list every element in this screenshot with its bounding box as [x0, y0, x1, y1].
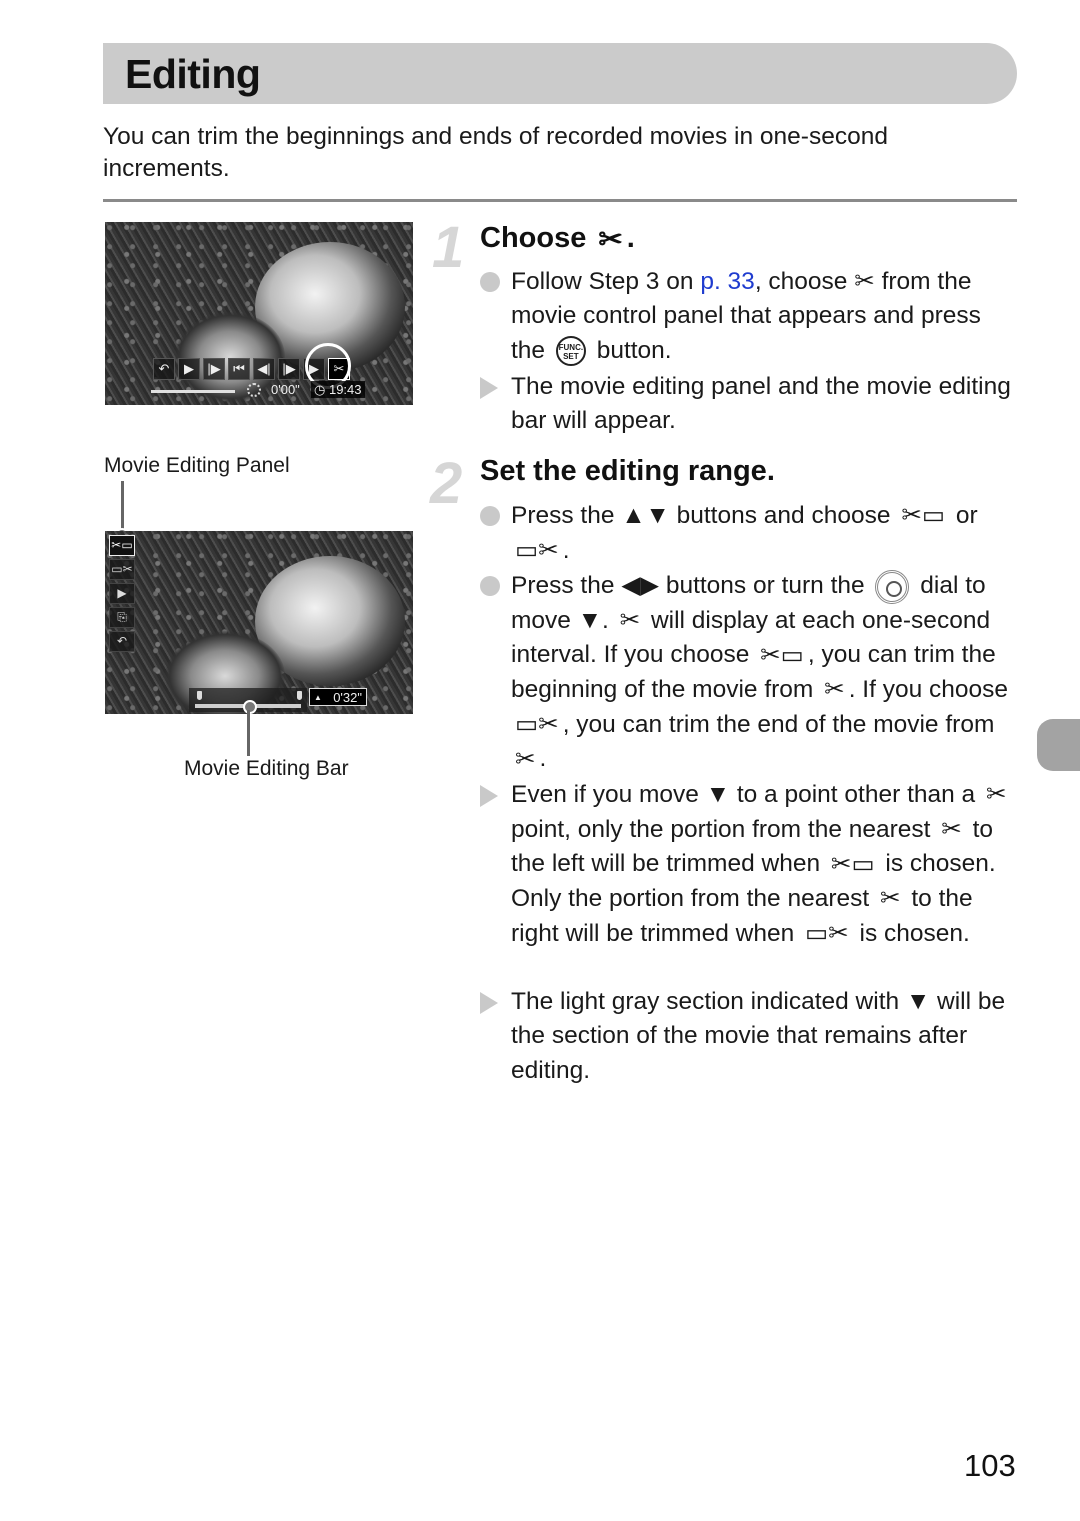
- page-number: 103: [964, 1448, 1016, 1483]
- frame-back-icon[interactable]: ◀|: [253, 358, 275, 380]
- step-1-heading: Choose ✂.: [480, 222, 635, 257]
- text: .: [562, 536, 570, 564]
- bullet-circle-icon: [480, 576, 500, 596]
- bullet-circle-icon: [480, 272, 500, 292]
- trim-start-icon: ✂▭: [760, 641, 804, 669]
- movie-control-screenshot: ↶ ▶ |▶ ⏮ ◀| |▶ ▶ ✂ 0'00" ◷ 19:43: [105, 222, 413, 405]
- scissors-icon: ✂: [941, 816, 962, 844]
- trim-start-icon: ✂▭: [830, 850, 875, 878]
- text: button.: [596, 336, 672, 364]
- intro-text: You can trim the beginnings and ends of …: [103, 123, 888, 182]
- scissors-icon: ✂: [879, 885, 901, 913]
- text: Follow Step 3 on: [511, 268, 701, 295]
- scissors-icon: ✂: [598, 224, 623, 256]
- edit-time: 0'32": [333, 690, 362, 705]
- save-icon[interactable]: ⎘: [109, 607, 135, 628]
- page-title: Editing: [125, 51, 261, 97]
- step-2-heading: Set the editing range.: [480, 455, 775, 487]
- result-arrow-icon: [480, 377, 498, 399]
- result-arrow-icon: [480, 785, 498, 807]
- text: or: [955, 502, 978, 529]
- elapsed-time: 0'00": [271, 382, 300, 397]
- chapter-tab: [1037, 719, 1080, 771]
- text: , you can trim the end of the movie from: [562, 710, 995, 738]
- divider: [103, 199, 1017, 202]
- text: .: [601, 606, 609, 634]
- slow-play-icon[interactable]: |▶: [203, 358, 225, 380]
- progress-bar: [151, 390, 235, 393]
- set-label: SET: [563, 352, 579, 362]
- play-icon[interactable]: ▶: [178, 358, 200, 380]
- scissors-icon: ✂: [986, 781, 1007, 809]
- clock-display: ◷ 19:43: [311, 381, 365, 398]
- marker-icon: ▼: [705, 781, 730, 808]
- text: The light gray section indicated with: [511, 988, 900, 1015]
- heading-period: .: [626, 222, 635, 255]
- step-2-instruction-2: Press the ◀▶ buttons or turn the dial to…: [511, 569, 1016, 777]
- scissors-icon: ✂: [515, 745, 536, 773]
- text: Press the: [511, 572, 615, 599]
- page-link[interactable]: p. 33: [700, 268, 755, 295]
- func-set-button-icon: FUNC. SET: [555, 336, 586, 367]
- undo-icon[interactable]: ↶: [109, 631, 135, 652]
- panel-leader-line: [121, 481, 124, 533]
- scissors-icon: ✂: [824, 676, 845, 704]
- busy-icon: [247, 383, 261, 397]
- text: , choose: [754, 268, 848, 295]
- step-1-heading-text: Choose: [480, 222, 587, 255]
- text: .: [539, 745, 547, 773]
- text: point, only the portion from the nearest: [511, 815, 931, 843]
- trim-end-icon: ▭✂: [805, 920, 849, 948]
- step-1-instruction: Follow Step 3 on p. 33, choose ✂ from th…: [511, 265, 1016, 368]
- start-marker-icon[interactable]: [197, 691, 202, 700]
- marker-icon: ▼: [905, 988, 931, 1015]
- trim-end-icon[interactable]: ▭✂: [109, 559, 135, 580]
- trim-start-icon[interactable]: ✂▭: [109, 535, 135, 556]
- dog-head: [175, 312, 285, 402]
- skip-start-icon[interactable]: ⏮: [228, 358, 250, 380]
- text: buttons and choose: [676, 502, 891, 529]
- trim-end-icon: ▭✂: [515, 710, 559, 738]
- text: . If you choose: [848, 675, 1009, 703]
- text: Press the: [511, 502, 615, 529]
- trim-end-icon: ▭✂: [515, 537, 559, 565]
- left-right-buttons-icon: ◀▶: [621, 572, 659, 599]
- trim-start-icon: ✂▭: [901, 502, 945, 530]
- play-icon[interactable]: ▶: [109, 583, 135, 604]
- up-down-buttons-icon: ▲▼: [621, 502, 670, 529]
- text: to a point other than a: [736, 781, 976, 808]
- func-label: FUNC.: [558, 343, 584, 353]
- section-title-bar: Editing: [103, 43, 1017, 104]
- clock-icon: ◷: [314, 382, 329, 397]
- end-marker-icon[interactable]: [297, 691, 302, 700]
- scissors-icon: ✂: [619, 606, 641, 634]
- movie-editing-screenshot: ✂▭ ▭✂ ▶ ⎘ ↶ ▲ 0'32": [105, 531, 413, 714]
- text: is chosen.: [859, 919, 970, 947]
- undo-icon[interactable]: ↶: [153, 358, 175, 380]
- text: Even if you move: [511, 781, 699, 808]
- edit-time-display: ▲ 0'32": [309, 688, 367, 706]
- movie-editing-bar-label: Movie Editing Bar: [184, 757, 349, 780]
- result-arrow-icon: [480, 992, 498, 1014]
- step-2-result-1: Even if you move ▼ to a point other than…: [511, 778, 1016, 951]
- up-arrow-icon: ▲: [314, 693, 322, 702]
- bullet-circle-icon: [480, 506, 500, 526]
- bar-leader-dot: [243, 700, 257, 714]
- marker-icon: ▼: [577, 606, 602, 634]
- clock-time: 19:43: [328, 382, 362, 397]
- step-number-2: 2: [430, 451, 463, 516]
- movie-editing-panel: ✂▭ ▭✂ ▶ ⎘ ↶: [109, 535, 135, 652]
- step-2-result-2: The light gray section indicated with ▼ …: [511, 985, 1016, 1088]
- movie-editing-panel-label: Movie Editing Panel: [104, 454, 290, 477]
- frame-forward-icon[interactable]: |▶: [278, 358, 300, 380]
- scissors-icon: ✂: [854, 268, 875, 295]
- step-1-result: The movie editing panel and the movie ed…: [511, 373, 1011, 435]
- step-2-instruction-1: Press the ▲▼ buttons and choose ✂▭ or ▭✂…: [511, 499, 1016, 568]
- control-dial-icon: [875, 569, 910, 604]
- bar-leader-line: [247, 710, 250, 756]
- text: buttons or turn the: [665, 572, 865, 599]
- step-number-1: 1: [432, 215, 465, 280]
